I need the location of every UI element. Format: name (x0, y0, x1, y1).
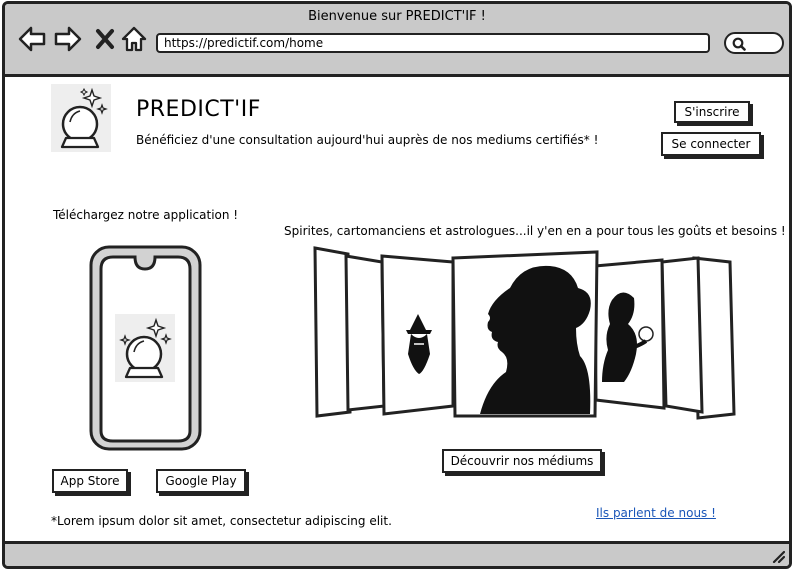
crystal-ball-icon (119, 317, 172, 379)
tagline: Bénéficiez d'une consultation aujourd'hu… (136, 133, 599, 147)
url-input[interactable]: https://predictif.com/home (156, 33, 710, 53)
carousel-card[interactable] (344, 254, 386, 412)
status-bar (5, 541, 789, 566)
login-button[interactable]: Se connecter (661, 132, 761, 156)
download-app-label: Téléchargez notre application ! (53, 208, 239, 222)
home-icon[interactable] (119, 24, 149, 54)
browser-window: Bienvenue sur PREDICT'IF ! https://predi… (2, 1, 792, 569)
arrow-right-icon[interactable] (53, 24, 83, 54)
search-input[interactable] (724, 32, 784, 54)
discover-mediums-button[interactable]: Découvrir nos médiums (442, 449, 602, 473)
crystal-ball-icon (60, 87, 108, 149)
google-play-button[interactable]: Google Play (156, 469, 246, 493)
close-icon[interactable] (91, 24, 121, 54)
carousel-card[interactable] (660, 256, 704, 414)
window-title: Bienvenue sur PREDICT'IF ! (308, 9, 486, 24)
resize-handle-icon[interactable] (771, 549, 785, 563)
signup-button[interactable]: S'inscrire (674, 101, 750, 123)
app-logo (115, 314, 175, 382)
carousel-card[interactable] (380, 254, 455, 416)
mediums-headline: Spirites, cartomanciens et astrologues..… (284, 224, 786, 238)
press-link[interactable]: Ils parlent de nous ! (596, 506, 716, 520)
search-icon (732, 37, 746, 51)
logo (51, 84, 111, 152)
mediums-carousel[interactable] (310, 244, 738, 424)
browser-toolbar: Bienvenue sur PREDICT'IF ! https://predi… (5, 4, 789, 77)
footnote: *Lorem ipsum dolor sit amet, consectetur… (51, 514, 392, 528)
app-store-button[interactable]: App Store (52, 469, 128, 493)
brand-title: PREDICT'IF (136, 97, 261, 122)
arrow-left-icon[interactable] (17, 24, 47, 54)
